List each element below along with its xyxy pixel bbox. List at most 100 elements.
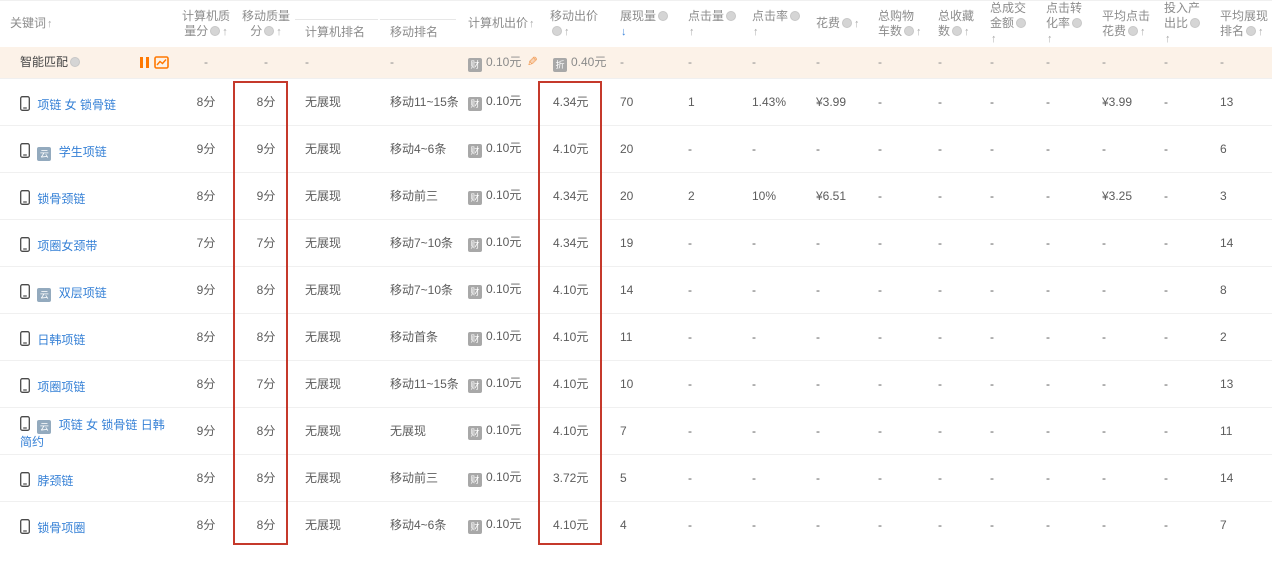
mobile-bid-cell[interactable]: 4.34元 xyxy=(540,219,610,266)
column-header-5[interactable]: 计算机出价↑ xyxy=(458,1,540,47)
keyword-link[interactable]: 双层项链 xyxy=(59,286,107,300)
sort-arrow-icon[interactable]: ↑ xyxy=(689,26,695,38)
avg-cpc-cell: - xyxy=(1092,360,1154,407)
carts-cell: - xyxy=(868,313,928,360)
mobile-bid-cell[interactable]: 4.10元 xyxy=(540,407,610,454)
help-icon[interactable] xyxy=(1246,26,1256,36)
pc-bid-cell: 财0.10元 xyxy=(458,78,540,125)
keyword-link[interactable]: 脖颈链 xyxy=(37,474,73,488)
mobile-bid-cell[interactable]: 3.72元 xyxy=(540,454,610,501)
impressions-cell: 11 xyxy=(610,313,678,360)
keyword-link[interactable]: 锁骨颈链 xyxy=(37,192,85,206)
help-icon[interactable] xyxy=(264,26,274,36)
help-icon[interactable] xyxy=(952,26,962,36)
phone-icon xyxy=(20,519,30,534)
column-header-6[interactable]: 移动出价↑ xyxy=(540,1,610,47)
avg-rank-cell: 8 xyxy=(1210,266,1272,313)
sort-arrow-icon[interactable]: ↑ xyxy=(529,18,535,30)
help-icon[interactable] xyxy=(70,57,80,67)
smart-mobile-quality: - xyxy=(237,47,295,78)
sort-arrow-icon[interactable]: ↑ xyxy=(1047,33,1053,45)
sort-arrow-icon[interactable]: ↑ xyxy=(1165,33,1171,45)
phone-icon xyxy=(20,378,30,393)
edit-pencil-icon[interactable]: ✎ xyxy=(527,54,538,70)
favorites-cell: - xyxy=(928,266,980,313)
pc-quality-cell: 8分 xyxy=(175,454,237,501)
sort-arrow-icon[interactable]: ↑ xyxy=(47,18,53,30)
help-icon[interactable] xyxy=(552,26,562,36)
column-header-13[interactable]: 总成交金额↑ xyxy=(980,1,1036,47)
sort-arrow-icon[interactable]: ↑ xyxy=(1258,26,1264,38)
mobile-bid-cell[interactable]: 4.34元 xyxy=(540,78,610,125)
mobile-bid-cell[interactable]: 4.10元 xyxy=(540,125,610,172)
column-header-9[interactable]: 点击率 ↑ xyxy=(742,1,806,47)
help-icon[interactable] xyxy=(1128,26,1138,36)
help-icon[interactable] xyxy=(1072,18,1082,28)
help-icon[interactable] xyxy=(842,18,852,28)
help-icon[interactable] xyxy=(904,26,914,36)
pc-bid-cell: 财0.10元 xyxy=(458,266,540,313)
smart-cvr: - xyxy=(1036,47,1092,78)
column-header-7[interactable]: 展现量↓ xyxy=(610,1,678,47)
column-header-8[interactable]: 点击量↑ xyxy=(678,1,742,47)
pc-quality-cell: 8分 xyxy=(175,78,237,125)
column-header-10[interactable]: 花费↑ xyxy=(806,1,868,47)
help-icon[interactable] xyxy=(210,26,220,36)
phone-icon xyxy=(20,416,30,431)
pc-bid-cell: 财0.10元 xyxy=(458,172,540,219)
sort-arrow-icon[interactable]: ↓ xyxy=(621,26,627,38)
pc-rank-cell: 无展现 xyxy=(295,78,380,125)
cvr-cell: - xyxy=(1036,125,1092,172)
keyword-link[interactable]: 学生项链 xyxy=(59,145,107,159)
mobile-bid-cell[interactable]: 4.10元 xyxy=(540,313,610,360)
help-icon[interactable] xyxy=(658,11,668,21)
keyword-link[interactable]: 锁骨项圈 xyxy=(37,521,85,535)
help-icon[interactable] xyxy=(1190,18,1200,28)
cost-cell: - xyxy=(806,313,868,360)
keyword-link[interactable]: 项圈女颈带 xyxy=(37,239,97,253)
column-header-12[interactable]: 总收藏数↑ xyxy=(928,1,980,47)
pause-icon[interactable] xyxy=(140,57,149,68)
cost-cell: - xyxy=(806,501,868,548)
sort-arrow-icon[interactable]: ↑ xyxy=(276,26,282,38)
sort-arrow-icon[interactable]: ↑ xyxy=(753,26,759,38)
column-label: 关键词 xyxy=(10,16,46,30)
column-header-15[interactable]: 平均点击花费↑ xyxy=(1092,1,1154,47)
mobile-bid-cell[interactable]: 4.10元 xyxy=(540,266,610,313)
column-header-2[interactable]: 移动质量分↑ xyxy=(237,1,295,47)
sort-arrow-icon[interactable]: ↑ xyxy=(564,26,570,38)
sort-arrow-icon[interactable]: ↑ xyxy=(854,18,860,30)
help-icon[interactable] xyxy=(790,11,800,21)
column-header-16[interactable]: 投入产出比↑ xyxy=(1154,1,1210,47)
mobile-bid-cell[interactable]: 4.34元 xyxy=(540,172,610,219)
mobile-bid-cell[interactable]: 4.10元 xyxy=(540,501,610,548)
pc-rank-cell: 无展现 xyxy=(295,313,380,360)
sort-arrow-icon[interactable]: ↑ xyxy=(222,26,228,38)
help-icon[interactable] xyxy=(726,11,736,21)
sort-arrow-icon[interactable]: ↑ xyxy=(1140,26,1146,38)
column-header-1[interactable]: 计算机质量分↑ xyxy=(175,1,237,47)
sort-arrow-icon[interactable]: ↑ xyxy=(964,26,970,38)
avg-cpc-cell: - xyxy=(1092,266,1154,313)
smart-carts: - xyxy=(868,47,928,78)
column-header-3[interactable]: 计算机排名 xyxy=(295,1,380,47)
column-header-14[interactable]: 点击转化率↑ xyxy=(1036,1,1092,47)
column-header-4[interactable]: 移动排名 xyxy=(380,1,458,47)
column-label: 点击率 xyxy=(752,9,788,23)
keyword-cell: 日韩项链 xyxy=(0,313,175,360)
keyword-link[interactable]: 日韩项链 xyxy=(37,333,85,347)
roi-cell: - xyxy=(1154,360,1210,407)
chart-icon[interactable] xyxy=(154,56,169,69)
keyword-link[interactable]: 项圈项链 xyxy=(37,380,85,394)
column-header-17[interactable]: 平均展现排名↑ xyxy=(1210,1,1272,47)
sort-arrow-icon[interactable]: ↑ xyxy=(916,26,922,38)
keyword-link[interactable]: 项链 女 锁骨链 xyxy=(37,98,116,112)
favorites-cell: - xyxy=(928,313,980,360)
smart-avg-rank: - xyxy=(1210,47,1272,78)
column-header-0[interactable]: 关键词↑ xyxy=(0,1,175,47)
smart-cost: - xyxy=(806,47,868,78)
help-icon[interactable] xyxy=(1016,18,1026,28)
mobile-bid-cell[interactable]: 4.10元 xyxy=(540,360,610,407)
column-header-11[interactable]: 总购物车数↑ xyxy=(868,1,928,47)
sort-arrow-icon[interactable]: ↑ xyxy=(991,33,997,45)
